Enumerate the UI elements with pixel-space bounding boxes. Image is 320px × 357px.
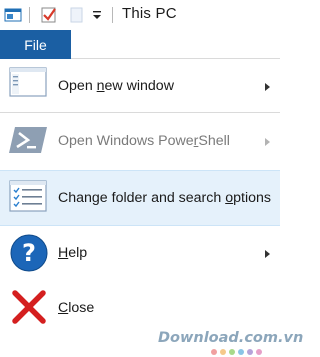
toolbar-separator [112,7,113,23]
watermark-dot [256,349,262,355]
folder-options-icon [9,180,47,212]
toolbar-separator [29,7,30,23]
watermark-dot [229,349,235,355]
file-menu: Open new window Open Windows PowerShell … [0,59,280,357]
close-icon [12,290,46,324]
chevron-down-icon[interactable] [92,9,102,21]
menu-item-open-new-window[interactable]: Open new window [0,59,280,112]
window-title: This PC [122,5,177,22]
chevron-right-icon [265,138,270,146]
chevron-right-icon [265,83,270,91]
watermark-dot [211,349,217,355]
menu-item-label: Open Windows PowerShell [58,133,230,149]
file-tab[interactable]: File [0,30,71,59]
menu-item-label: Help [58,245,88,261]
menu-item-close[interactable]: Close [0,283,280,336]
watermark-dot [238,349,244,355]
menu-item-label: Open new window [58,78,174,94]
watermark-dots [211,349,262,355]
watermark-dot [247,349,253,355]
watermark-dot [220,349,226,355]
watermark-logo: Download.com.vn [158,330,304,346]
powershell-icon [9,127,47,153]
title-bar: This PC [0,0,280,30]
new-folder-icon[interactable] [68,6,86,24]
svg-text:?: ? [22,239,36,267]
menu-item-label: Close [58,300,95,316]
menu-divider [0,112,280,113]
properties-icon[interactable] [40,6,58,24]
menu-item-help[interactable]: ? Help [0,227,280,280]
folder-icon[interactable] [4,6,22,24]
menu-item-open-powershell[interactable]: Open Windows PowerShell [0,115,280,168]
chevron-right-icon [265,250,270,258]
menu-item-label: Change folder and search options [58,190,271,206]
menu-item-folder-options[interactable]: Change folder and search options [0,170,280,226]
new-window-icon [9,67,47,97]
help-icon: ? [10,234,48,272]
